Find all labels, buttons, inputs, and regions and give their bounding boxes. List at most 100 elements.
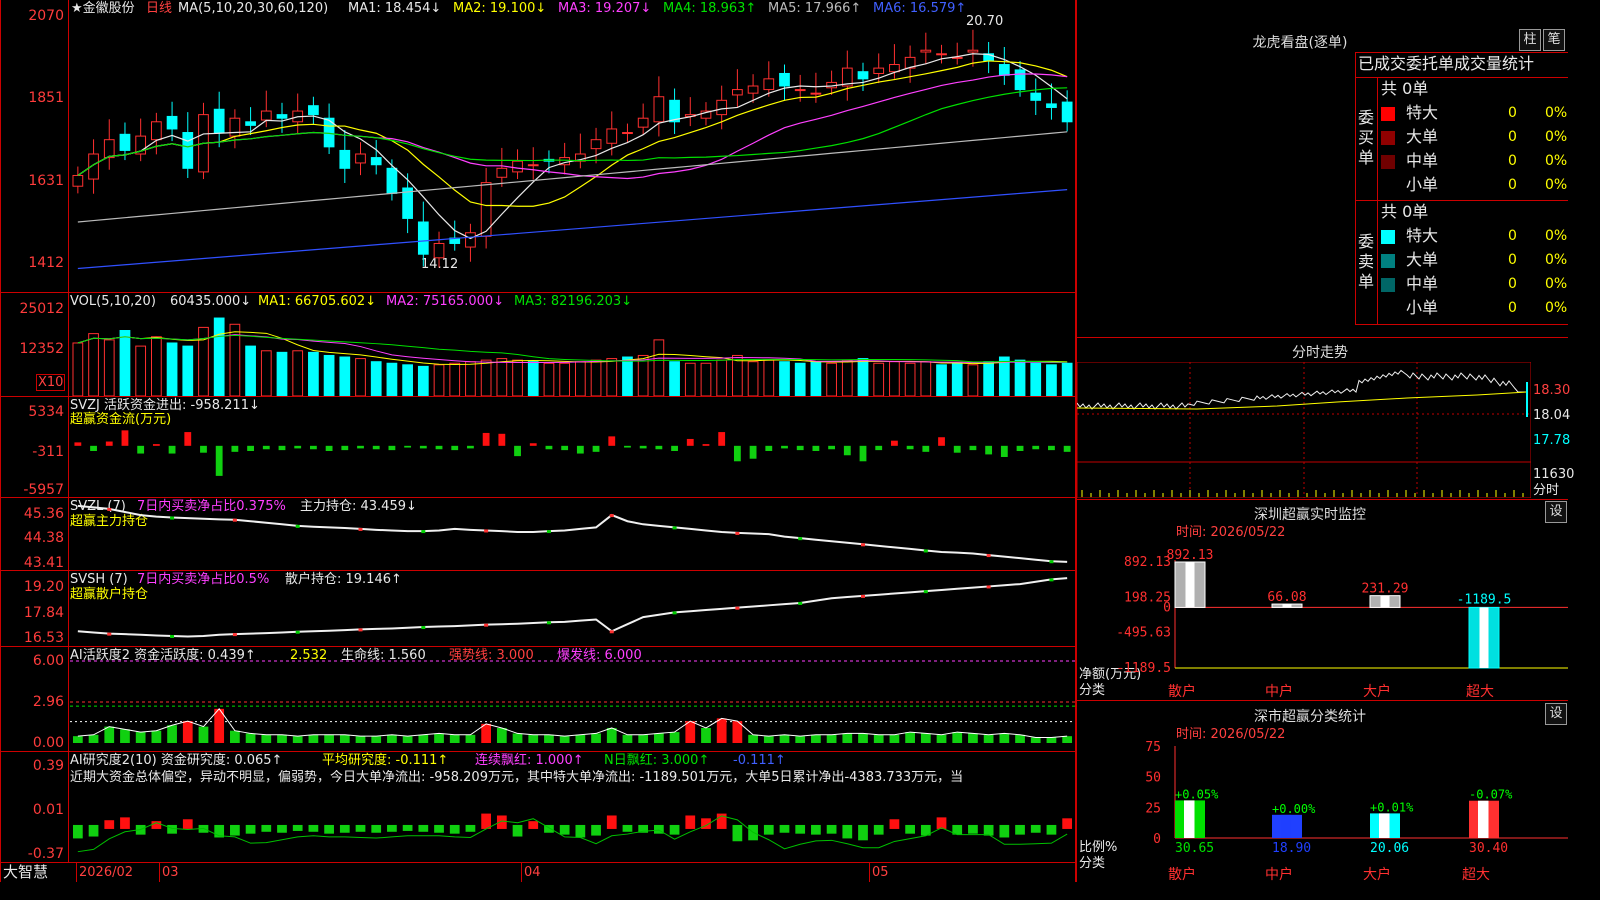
stats-chart[interactable]: 75 50 25 0 +0.05% 30.65 散户 +0.00% 18.90 中户 +0.01% 2… bbox=[1077, 740, 1568, 882]
order-size-label: 小单 bbox=[1406, 298, 1439, 317]
volume-bar bbox=[684, 362, 696, 396]
research-bar bbox=[230, 824, 240, 836]
volume-bar bbox=[166, 342, 178, 396]
retail-holding-chart[interactable] bbox=[70, 571, 1075, 646]
monitor-category: 超大 bbox=[1466, 684, 1494, 700]
flow-bar bbox=[309, 445, 317, 450]
flow-bar bbox=[561, 445, 569, 451]
vol-label: VOL(5,10,20) bbox=[70, 294, 156, 309]
volume-bar bbox=[339, 356, 351, 396]
candle-body bbox=[967, 49, 979, 53]
price-chart[interactable] bbox=[70, 18, 1075, 290]
ai2-tick: 0.01 bbox=[32, 802, 64, 818]
rp-sep bbox=[1077, 700, 1568, 701]
lhb-tabs[interactable]: 已成交委托单成交量统计 bbox=[1358, 55, 1568, 73]
monitor-chart[interactable]: 892.13198.250-495.63-1189.5892.13散户66.08… bbox=[1077, 540, 1568, 700]
candle-body bbox=[496, 167, 508, 178]
intraday-chart[interactable] bbox=[1077, 362, 1531, 498]
activity-bar bbox=[858, 733, 868, 743]
research-bar bbox=[339, 824, 350, 833]
fund-flow-chart[interactable] bbox=[70, 400, 1075, 497]
activity-bar bbox=[685, 721, 696, 743]
activity-bar bbox=[575, 734, 586, 743]
activity-bar bbox=[151, 730, 162, 743]
volume-bar bbox=[323, 354, 335, 396]
research-bar bbox=[905, 824, 915, 834]
volume-bar bbox=[936, 364, 947, 396]
axis-divider bbox=[68, 0, 69, 862]
volume-bar bbox=[72, 342, 84, 396]
date-tick bbox=[521, 863, 522, 882]
order-color-swatch bbox=[1381, 107, 1395, 121]
activity-bar bbox=[889, 734, 900, 743]
volume-bar bbox=[245, 345, 256, 396]
holding-dot bbox=[609, 630, 614, 634]
research-bar bbox=[308, 824, 319, 832]
monitor-category: 大户 bbox=[1363, 683, 1391, 700]
volume-bar bbox=[150, 336, 162, 396]
flow-bar bbox=[765, 445, 773, 451]
activity-bar bbox=[559, 736, 570, 743]
monitor-settings-button[interactable]: 设 bbox=[1545, 501, 1567, 523]
flow-bar bbox=[938, 437, 945, 446]
holding-dot bbox=[986, 585, 991, 589]
fenshi-title: 分时走势 bbox=[1292, 345, 1348, 361]
research-bar bbox=[182, 819, 193, 829]
volume-bar bbox=[574, 361, 586, 396]
main-holding-chart[interactable] bbox=[70, 498, 1075, 570]
research-bar bbox=[795, 824, 806, 834]
research-bar bbox=[622, 824, 633, 832]
volume-bar bbox=[1030, 362, 1042, 396]
volume-bar bbox=[512, 359, 523, 396]
flow-bar bbox=[733, 445, 741, 462]
activity-bar bbox=[1015, 734, 1025, 743]
research-bar bbox=[606, 815, 617, 829]
activity-bar bbox=[622, 734, 633, 743]
activity-bar bbox=[638, 734, 649, 743]
holding-dot bbox=[170, 634, 175, 638]
candle-body bbox=[182, 132, 194, 169]
fenshi-tick: 17.78 bbox=[1533, 433, 1571, 448]
stats-category: 大户 bbox=[1363, 866, 1391, 882]
candle-body bbox=[512, 160, 523, 173]
ma5-value: MA5: 17.966↑ bbox=[768, 1, 862, 16]
research-bar bbox=[999, 824, 1010, 838]
holding-dot bbox=[986, 554, 991, 558]
bar-mode-button[interactable]: 柱 bbox=[1519, 29, 1541, 51]
research-bar bbox=[88, 824, 99, 837]
holding-dot bbox=[107, 632, 112, 636]
svsh-tick: 17.84 bbox=[23, 605, 64, 621]
stats-category: 中户 bbox=[1265, 866, 1293, 882]
candle-body bbox=[386, 167, 398, 194]
flow-bar bbox=[90, 445, 97, 451]
flow-bar bbox=[247, 445, 254, 451]
activity-bar bbox=[936, 734, 947, 743]
ai1-tick: 2.96 bbox=[32, 694, 64, 710]
stats-settings-button[interactable]: 设 bbox=[1545, 703, 1567, 725]
ma1-value: MA1: 18.454↓ bbox=[348, 1, 442, 16]
holding-dot bbox=[923, 549, 928, 553]
research-chart[interactable] bbox=[70, 786, 1075, 862]
flow-bar bbox=[781, 445, 788, 449]
research-bar bbox=[842, 824, 853, 839]
research-bar bbox=[779, 824, 790, 833]
volume-bar bbox=[370, 361, 382, 396]
rp-sep bbox=[1077, 499, 1568, 500]
activity-chart[interactable] bbox=[70, 647, 1075, 751]
period-label[interactable]: 日线 bbox=[146, 1, 172, 16]
research-bar bbox=[434, 824, 444, 833]
volume-bar bbox=[857, 358, 869, 396]
order-percent: 0% bbox=[1545, 105, 1568, 121]
flow-bar bbox=[1016, 445, 1024, 451]
ai2-v4: N日飘红: 3.000↑ bbox=[604, 753, 710, 768]
activity-bar bbox=[701, 727, 711, 743]
flow-bar bbox=[828, 445, 836, 450]
holding-dot bbox=[358, 628, 363, 632]
order-color-swatch bbox=[1381, 155, 1395, 169]
flow-bar bbox=[702, 444, 710, 446]
activity-bar bbox=[308, 734, 319, 743]
tick-mode-button[interactable]: 笔 bbox=[1543, 29, 1565, 51]
volume-chart[interactable] bbox=[70, 310, 1075, 396]
stock-name: ★金徽股份 bbox=[71, 1, 135, 16]
sell-orders-label: 委卖单 bbox=[1358, 232, 1375, 291]
